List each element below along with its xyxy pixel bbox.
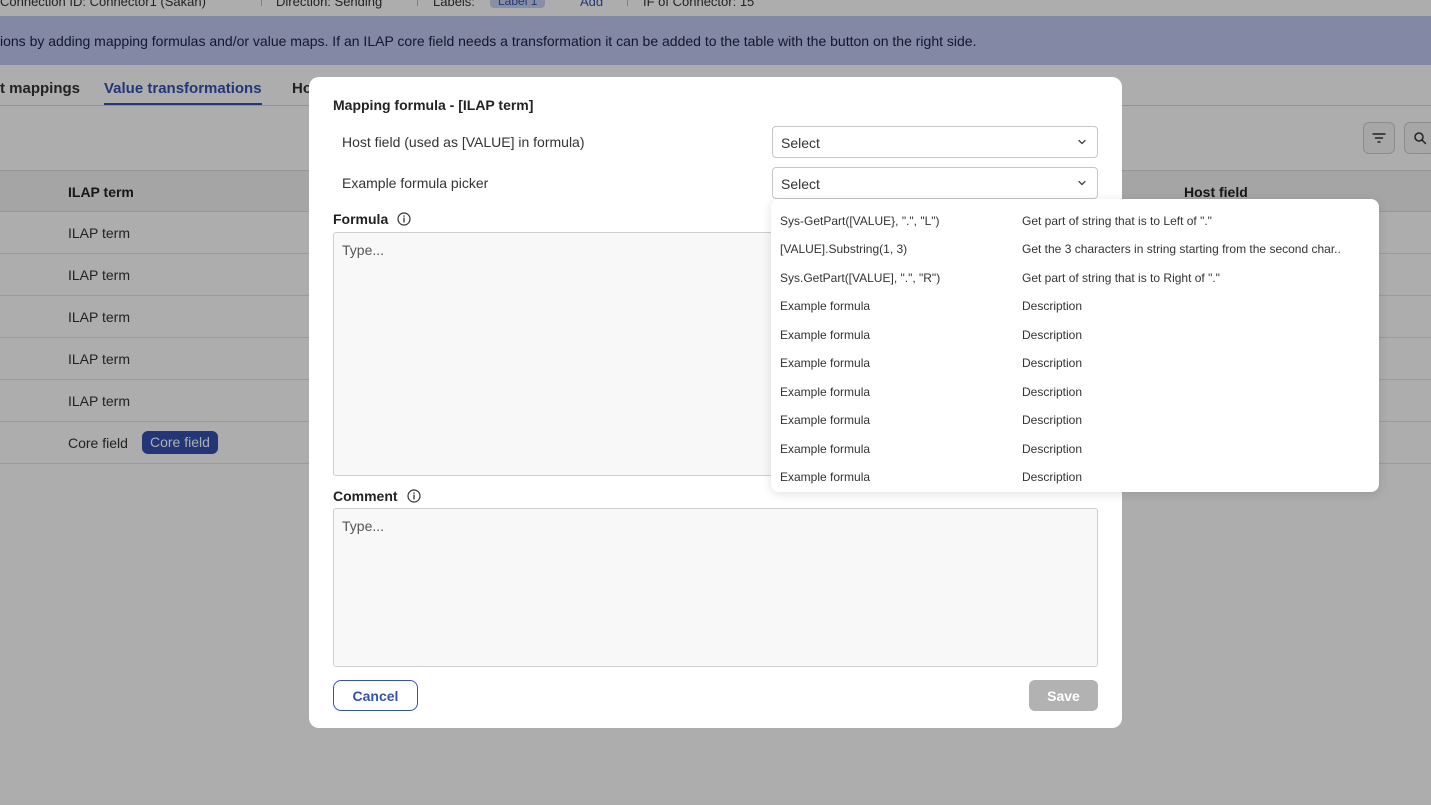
option-description: Description xyxy=(1022,442,1083,456)
host-field-label: Host field (used as [VALUE] in formula) xyxy=(342,134,585,150)
formula-option[interactable]: Example formula Description xyxy=(771,288,1379,316)
formula-option[interactable]: Example formula Description xyxy=(771,459,1379,487)
option-description: Description xyxy=(1022,299,1083,313)
option-formula: Sys.GetPart([VALUE], ".", "R") xyxy=(780,271,941,285)
formula-picker-dropdown: Sys-GetPart([VALUE}, ".", "L") Get part o… xyxy=(771,199,1379,492)
option-formula: Example formula xyxy=(780,356,871,370)
chevron-down-icon xyxy=(1078,139,1086,145)
host-field-select-value: Select xyxy=(781,135,820,151)
option-description: Description xyxy=(1022,470,1083,484)
formula-picker-label: Example formula picker xyxy=(342,175,489,191)
cancel-button[interactable]: Cancel xyxy=(333,680,418,711)
formula-option[interactable]: Sys.GetPart([VALUE], ".", "R") Get part o… xyxy=(771,260,1379,288)
formula-option[interactable]: [VALUE].Substring(1, 3) Get the 3 charact… xyxy=(771,231,1379,259)
option-formula: Example formula xyxy=(780,299,871,313)
dialog-title: Mapping formula - [ILAP term] xyxy=(333,97,534,113)
option-description: Get the 3 characters in string starting … xyxy=(1022,242,1341,256)
formula-section: Formula xyxy=(333,211,411,227)
option-formula: Example formula xyxy=(780,442,871,456)
formula-label: Formula xyxy=(333,211,389,227)
option-formula: Example formula xyxy=(780,385,871,399)
option-formula: [VALUE].Substring(1, 3) xyxy=(780,242,908,256)
info-icon[interactable] xyxy=(397,212,411,226)
option-formula: Sys-GetPart([VALUE}, ".", "L") xyxy=(780,214,940,228)
option-description: Description xyxy=(1022,328,1083,342)
option-formula: Example formula xyxy=(780,413,871,427)
formula-option[interactable]: Example formula Description xyxy=(771,431,1379,459)
formula-option[interactable]: Example formula Description xyxy=(771,402,1379,430)
host-field-select[interactable]: Select xyxy=(772,126,1098,158)
option-description: Get part of string that is to Right of "… xyxy=(1022,271,1220,285)
option-description: Description xyxy=(1022,356,1083,370)
formula-picker-select-value: Select xyxy=(781,176,820,192)
comment-section: Comment xyxy=(333,488,421,504)
save-button[interactable]: Save xyxy=(1029,680,1098,711)
option-formula: Example formula xyxy=(780,470,871,484)
info-icon[interactable] xyxy=(406,489,421,503)
formula-option[interactable]: Example formula Description xyxy=(771,345,1379,373)
comment-textarea[interactable] xyxy=(333,508,1098,667)
comment-label: Comment xyxy=(333,488,398,504)
formula-option[interactable]: Sys-GetPart([VALUE}, ".", "L") Get part o… xyxy=(771,203,1379,231)
option-formula: Example formula xyxy=(780,328,871,342)
option-description: Get part of string that is to Left of ".… xyxy=(1022,214,1212,228)
option-description: Description xyxy=(1022,385,1083,399)
option-description: Description xyxy=(1022,413,1083,427)
chevron-down-icon xyxy=(1078,180,1086,186)
formula-picker-select[interactable]: Select xyxy=(772,167,1098,199)
formula-option[interactable]: Example formula Description xyxy=(771,374,1379,402)
formula-option[interactable]: Example formula Description xyxy=(771,317,1379,345)
